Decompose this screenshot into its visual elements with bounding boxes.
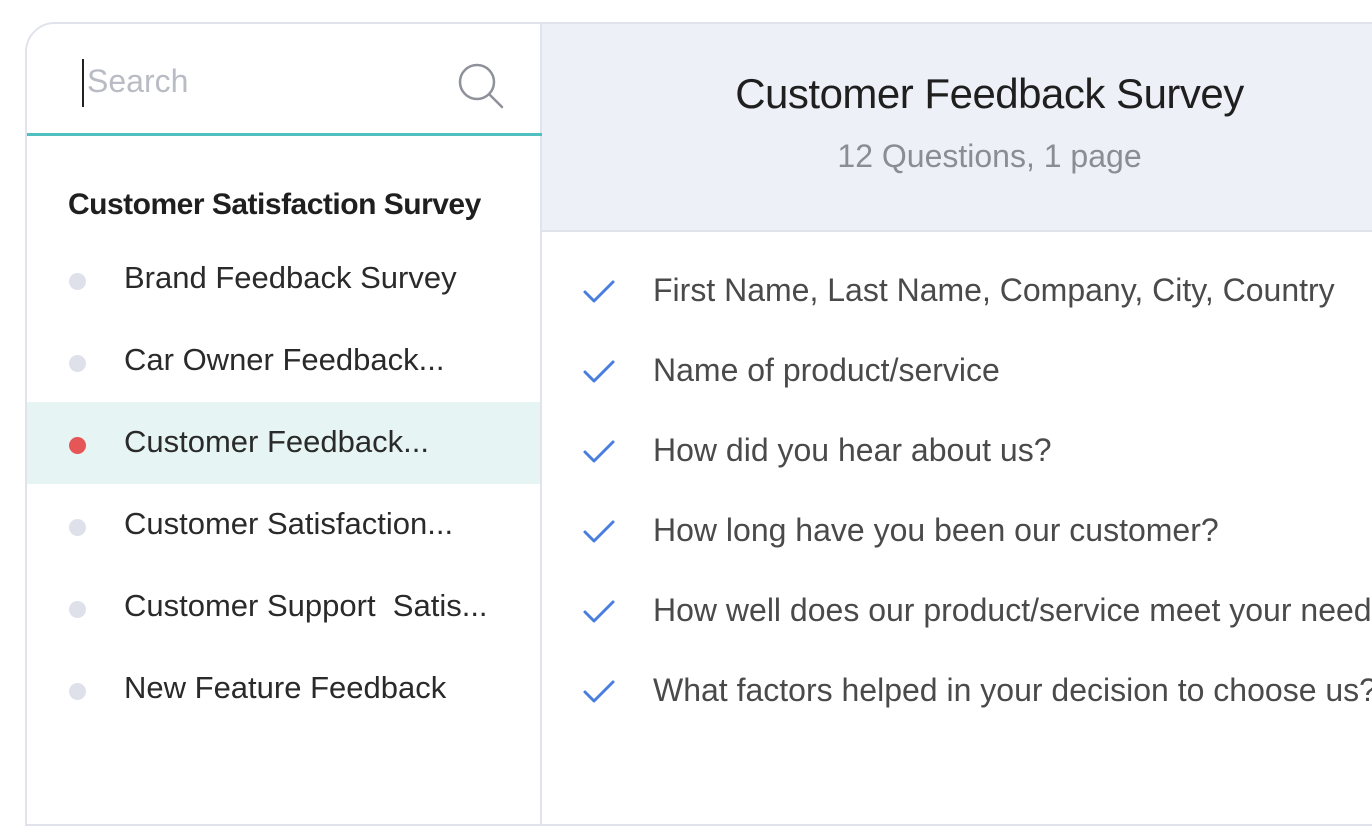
bullet-dot-icon — [69, 683, 86, 700]
bullet-dot-icon — [69, 519, 86, 536]
survey-list: Brand Feedback Survey Car Owner Feedback… — [27, 238, 540, 730]
survey-list-item-label: Car Owner Feedback... — [124, 342, 445, 377]
survey-list-item[interactable]: Customer Satisfaction... — [27, 484, 540, 566]
survey-list-item-selected[interactable]: Customer Feedback... — [27, 402, 540, 484]
bullet-dot-icon — [69, 273, 86, 290]
survey-list-item[interactable]: New Feature Feedback — [27, 648, 540, 730]
survey-header: Customer Feedback Survey 12 Questions, 1… — [542, 24, 1372, 232]
question-item: First Name, Last Name, Company, City, Co… — [542, 256, 1372, 336]
check-icon — [583, 520, 615, 543]
question-text: Name of product/service — [653, 352, 1000, 388]
question-text: How well does our product/service meet y… — [653, 592, 1372, 628]
check-icon — [583, 600, 615, 623]
bullet-dot-icon — [69, 437, 86, 454]
question-item: Name of product/service — [542, 336, 1372, 416]
question-text: How did you hear about us? — [653, 432, 1052, 468]
question-item: How long have you been our customer? — [542, 496, 1372, 576]
check-icon — [583, 360, 615, 383]
survey-list-item-label: Customer Satisfaction... — [124, 506, 454, 541]
check-icon — [583, 280, 615, 303]
app-window: Customer Satisfaction Survey Brand Feedb… — [25, 22, 1372, 826]
sidebar: Customer Satisfaction Survey Brand Feedb… — [27, 24, 542, 824]
question-item: What factors helped in your decision to … — [542, 656, 1372, 736]
page-title: Customer Feedback Survey — [735, 70, 1244, 117]
survey-list-item[interactable]: Car Owner Feedback... — [27, 320, 540, 402]
search-icon[interactable] — [457, 62, 505, 110]
check-icon — [583, 680, 615, 703]
question-text: First Name, Last Name, Company, City, Co… — [653, 272, 1335, 308]
survey-list-item[interactable]: Brand Feedback Survey — [27, 238, 540, 320]
survey-preview-panel: Customer Feedback Survey 12 Questions, 1… — [542, 24, 1372, 824]
bullet-dot-icon — [69, 355, 86, 372]
survey-list-item-label: Brand Feedback Survey — [124, 260, 457, 295]
survey-list-item-label: Customer Feedback... — [124, 424, 429, 459]
question-text: What factors helped in your decision to … — [653, 672, 1372, 708]
question-item: How well does our product/service meet y… — [542, 576, 1372, 656]
page-subtitle: 12 Questions, 1 page — [837, 138, 1142, 174]
survey-list-item-label: Customer Support Satis... — [124, 588, 488, 623]
question-item: How did you hear about us? — [542, 416, 1372, 496]
search-input[interactable] — [85, 54, 429, 108]
bullet-dot-icon — [69, 601, 86, 618]
text-cursor — [82, 59, 84, 107]
check-icon — [583, 440, 615, 463]
survey-list-item-label: New Feature Feedback — [124, 670, 447, 705]
search-bar — [27, 24, 542, 136]
question-list: First Name, Last Name, Company, City, Co… — [542, 256, 1372, 736]
survey-group-title: Customer Satisfaction Survey — [68, 188, 481, 221]
survey-list-item[interactable]: Customer Support Satis... — [27, 566, 540, 648]
question-text: How long have you been our customer? — [653, 512, 1219, 548]
